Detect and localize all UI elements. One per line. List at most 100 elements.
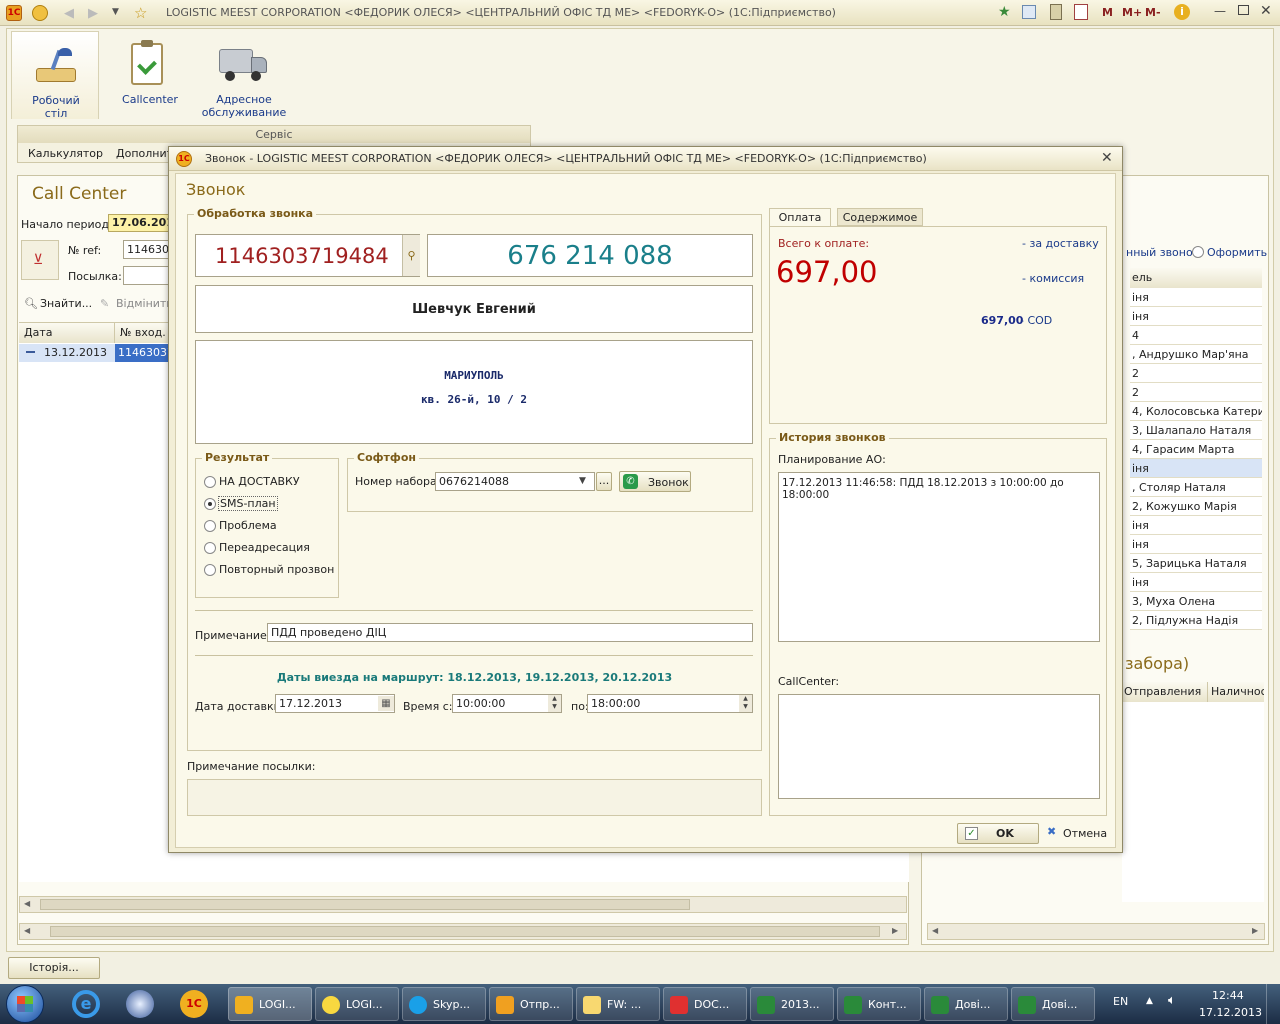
list-item[interactable]: 4, Колосовська Катерина <box>1130 402 1262 421</box>
right-radio-label-1[interactable]: нный звонок <box>1126 246 1199 259</box>
call-button[interactable]: ✆ Звонок <box>619 471 691 492</box>
radio-label[interactable]: SMS-план <box>218 496 278 511</box>
col-header-num[interactable]: № вход. <box>115 323 175 343</box>
calendar-picker-icon[interactable]: ▦ <box>378 696 394 711</box>
time-from-spinner-icon[interactable]: ▲ ▼ <box>548 695 561 712</box>
scroll-right-icon-2[interactable]: ▶ <box>892 926 898 935</box>
radio-label[interactable]: Проблема <box>219 519 277 532</box>
menu-dropdown-icon[interactable] <box>32 5 48 21</box>
language-indicator[interactable]: EN <box>1113 995 1128 1008</box>
show-desktop-button[interactable] <box>1266 984 1280 1024</box>
start-button[interactable] <box>6 985 44 1023</box>
scroll-thumb[interactable] <box>40 899 690 910</box>
taskbar-btn-excel-1[interactable]: 2013... <box>750 987 834 1021</box>
list-item[interactable]: , Столяр Наталя <box>1130 478 1262 497</box>
period-input[interactable]: 17.06.201 <box>108 214 170 232</box>
list-item[interactable]: 2 <box>1130 364 1262 383</box>
horizontal-scrollbar[interactable]: ◀ <box>19 896 907 913</box>
list-item[interactable]: іня <box>1130 307 1262 326</box>
refresh-icon[interactable] <box>1022 5 1036 19</box>
list-item[interactable]: 3, Шалапало Наталя <box>1130 421 1262 440</box>
taskbar-btn-outlook[interactable]: Отпр... <box>489 987 573 1021</box>
parcel-note-field[interactable] <box>187 779 762 816</box>
radio-problem[interactable] <box>204 520 216 532</box>
list-item[interactable]: 5, Зарицька Наталя <box>1130 554 1262 573</box>
history-dropdown-icon[interactable]: ▼ <box>112 7 119 17</box>
dial-input[interactable]: 0676214088 ▼ <box>435 472 595 491</box>
clear-filter-button[interactable]: ⊻ <box>21 240 59 280</box>
time-from-input[interactable]: 10:00:00 ▲ ▼ <box>452 694 562 713</box>
dialog-close-icon[interactable]: ✕ <box>1101 150 1113 166</box>
right-scroll-right-icon[interactable]: ▶ <box>1252 926 1258 935</box>
list-item[interactable]: 2 <box>1130 383 1262 402</box>
list-item[interactable]: , Андрушко Мар'яна <box>1130 345 1262 364</box>
taskbar-btn-pdf[interactable]: DOC... <box>663 987 747 1021</box>
planning-textarea[interactable]: 17.12.2013 11:46:58: ПДД 18.12.2013 з 10… <box>778 472 1100 642</box>
taskbar-btn-mail[interactable]: FW: ... <box>576 987 660 1021</box>
parcel-input[interactable] <box>123 266 173 285</box>
clock-time[interactable]: 12:44 <box>1212 989 1244 1002</box>
m-plus-button[interactable]: M+ <box>1122 6 1142 19</box>
taskbar-btn-1c-2[interactable]: LOGI... <box>315 987 399 1021</box>
taskbar-btn-excel-4[interactable]: Дові... <box>1011 987 1095 1021</box>
list-item[interactable]: 4 <box>1130 326 1262 345</box>
volume-icon[interactable]: 🔈︎ <box>1168 993 1176 1008</box>
horizontal-scrollbar-2[interactable]: ◀ ▶ <box>19 923 907 940</box>
dial-select-button[interactable]: ... <box>596 472 612 491</box>
service-item-calculator[interactable]: Калькулятор <box>28 147 103 160</box>
clock-date[interactable]: 17.12.2013 <box>1199 1006 1262 1019</box>
minimize-icon[interactable]: — <box>1214 4 1226 18</box>
nav-item-callcenter[interactable]: Callcenter <box>107 31 193 117</box>
scroll-thumb-2[interactable] <box>50 926 880 937</box>
right-col2-header[interactable]: Отправления <box>1122 682 1208 702</box>
right-radio-2[interactable] <box>1192 246 1204 258</box>
list-item[interactable]: іня <box>1130 459 1262 478</box>
1c-logo-icon[interactable]: 1С <box>6 5 22 21</box>
calendar-icon[interactable] <box>1074 4 1088 20</box>
right-hscrollbar[interactable]: ◀ ▶ <box>927 923 1265 940</box>
m-button[interactable]: M <box>1102 6 1113 19</box>
time-to-input[interactable]: 18:00:00 ▲ ▼ <box>587 694 753 713</box>
radio-recall[interactable] <box>204 564 216 576</box>
scroll-left-icon-2[interactable]: ◀ <box>24 926 30 935</box>
tray-arrow-icon[interactable]: ▲ <box>1146 996 1153 1006</box>
dial-dropdown-icon[interactable]: ▼ <box>579 476 586 486</box>
radio-label[interactable]: Переадресация <box>219 541 310 554</box>
1c-pinned-icon[interactable]: 1С <box>180 990 208 1018</box>
thunderbird-icon[interactable] <box>126 990 154 1018</box>
taskbar-btn-1c[interactable]: LOGI... <box>228 987 312 1021</box>
right-col-header[interactable]: ель <box>1130 268 1262 288</box>
phone-display-field[interactable]: 676 214 088 <box>427 234 753 277</box>
address-field[interactable]: МАРИУПОЛЬ кв. 26-й, 10 / 2 <box>195 340 753 444</box>
list-item[interactable]: 4, Гарасим Марта <box>1130 440 1262 459</box>
ie-icon[interactable]: e <box>72 990 100 1018</box>
tab-payment[interactable]: Оплата <box>769 208 831 227</box>
delivery-date-input[interactable]: 17.12.2013 ▦ <box>275 694 395 713</box>
table-row[interactable]: 13.12.2013 11463037 <box>19 344 175 362</box>
callcenter-textarea[interactable] <box>778 694 1100 799</box>
nav-item-address-service[interactable]: Адресное обслуживание <box>197 31 291 119</box>
radio-redirect[interactable] <box>204 542 216 554</box>
radio-label[interactable]: НА ДОСТАВКУ <box>219 475 300 488</box>
list-item[interactable]: 2, Кожушко Марія <box>1130 497 1262 516</box>
parcel-number-field[interactable]: 1146303719484 <box>195 234 420 277</box>
list-item[interactable]: іня <box>1130 516 1262 535</box>
list-item[interactable]: 2, Підлужна Надія <box>1130 611 1262 630</box>
close-icon[interactable]: ✕ <box>1260 3 1272 19</box>
list-item[interactable]: 3, Муха Олена <box>1130 592 1262 611</box>
restore-icon[interactable] <box>1238 5 1249 15</box>
cancel-filter-button[interactable]: Відмінити <box>116 297 173 310</box>
taskbar-btn-excel-2[interactable]: Конт... <box>837 987 921 1021</box>
calculator-icon[interactable] <box>1050 4 1062 20</box>
list-item[interactable]: іня <box>1130 288 1262 307</box>
cancel-button[interactable]: Отмена <box>1063 827 1107 840</box>
radio-sms-plan[interactable] <box>204 498 216 510</box>
delivery-fee-link[interactable]: - за доставку <box>1022 237 1099 250</box>
commission-link[interactable]: - комиссия <box>1022 272 1084 285</box>
forward-arrow-icon[interactable]: ▶ <box>88 6 98 21</box>
list-item[interactable]: іня <box>1130 535 1262 554</box>
find-button[interactable]: Знайти... <box>40 297 92 310</box>
recipient-field[interactable]: Шевчук Евгений <box>195 285 753 333</box>
note-input[interactable]: ПДД проведено ДІЦ <box>267 623 753 642</box>
back-arrow-icon[interactable]: ◀ <box>64 6 74 21</box>
